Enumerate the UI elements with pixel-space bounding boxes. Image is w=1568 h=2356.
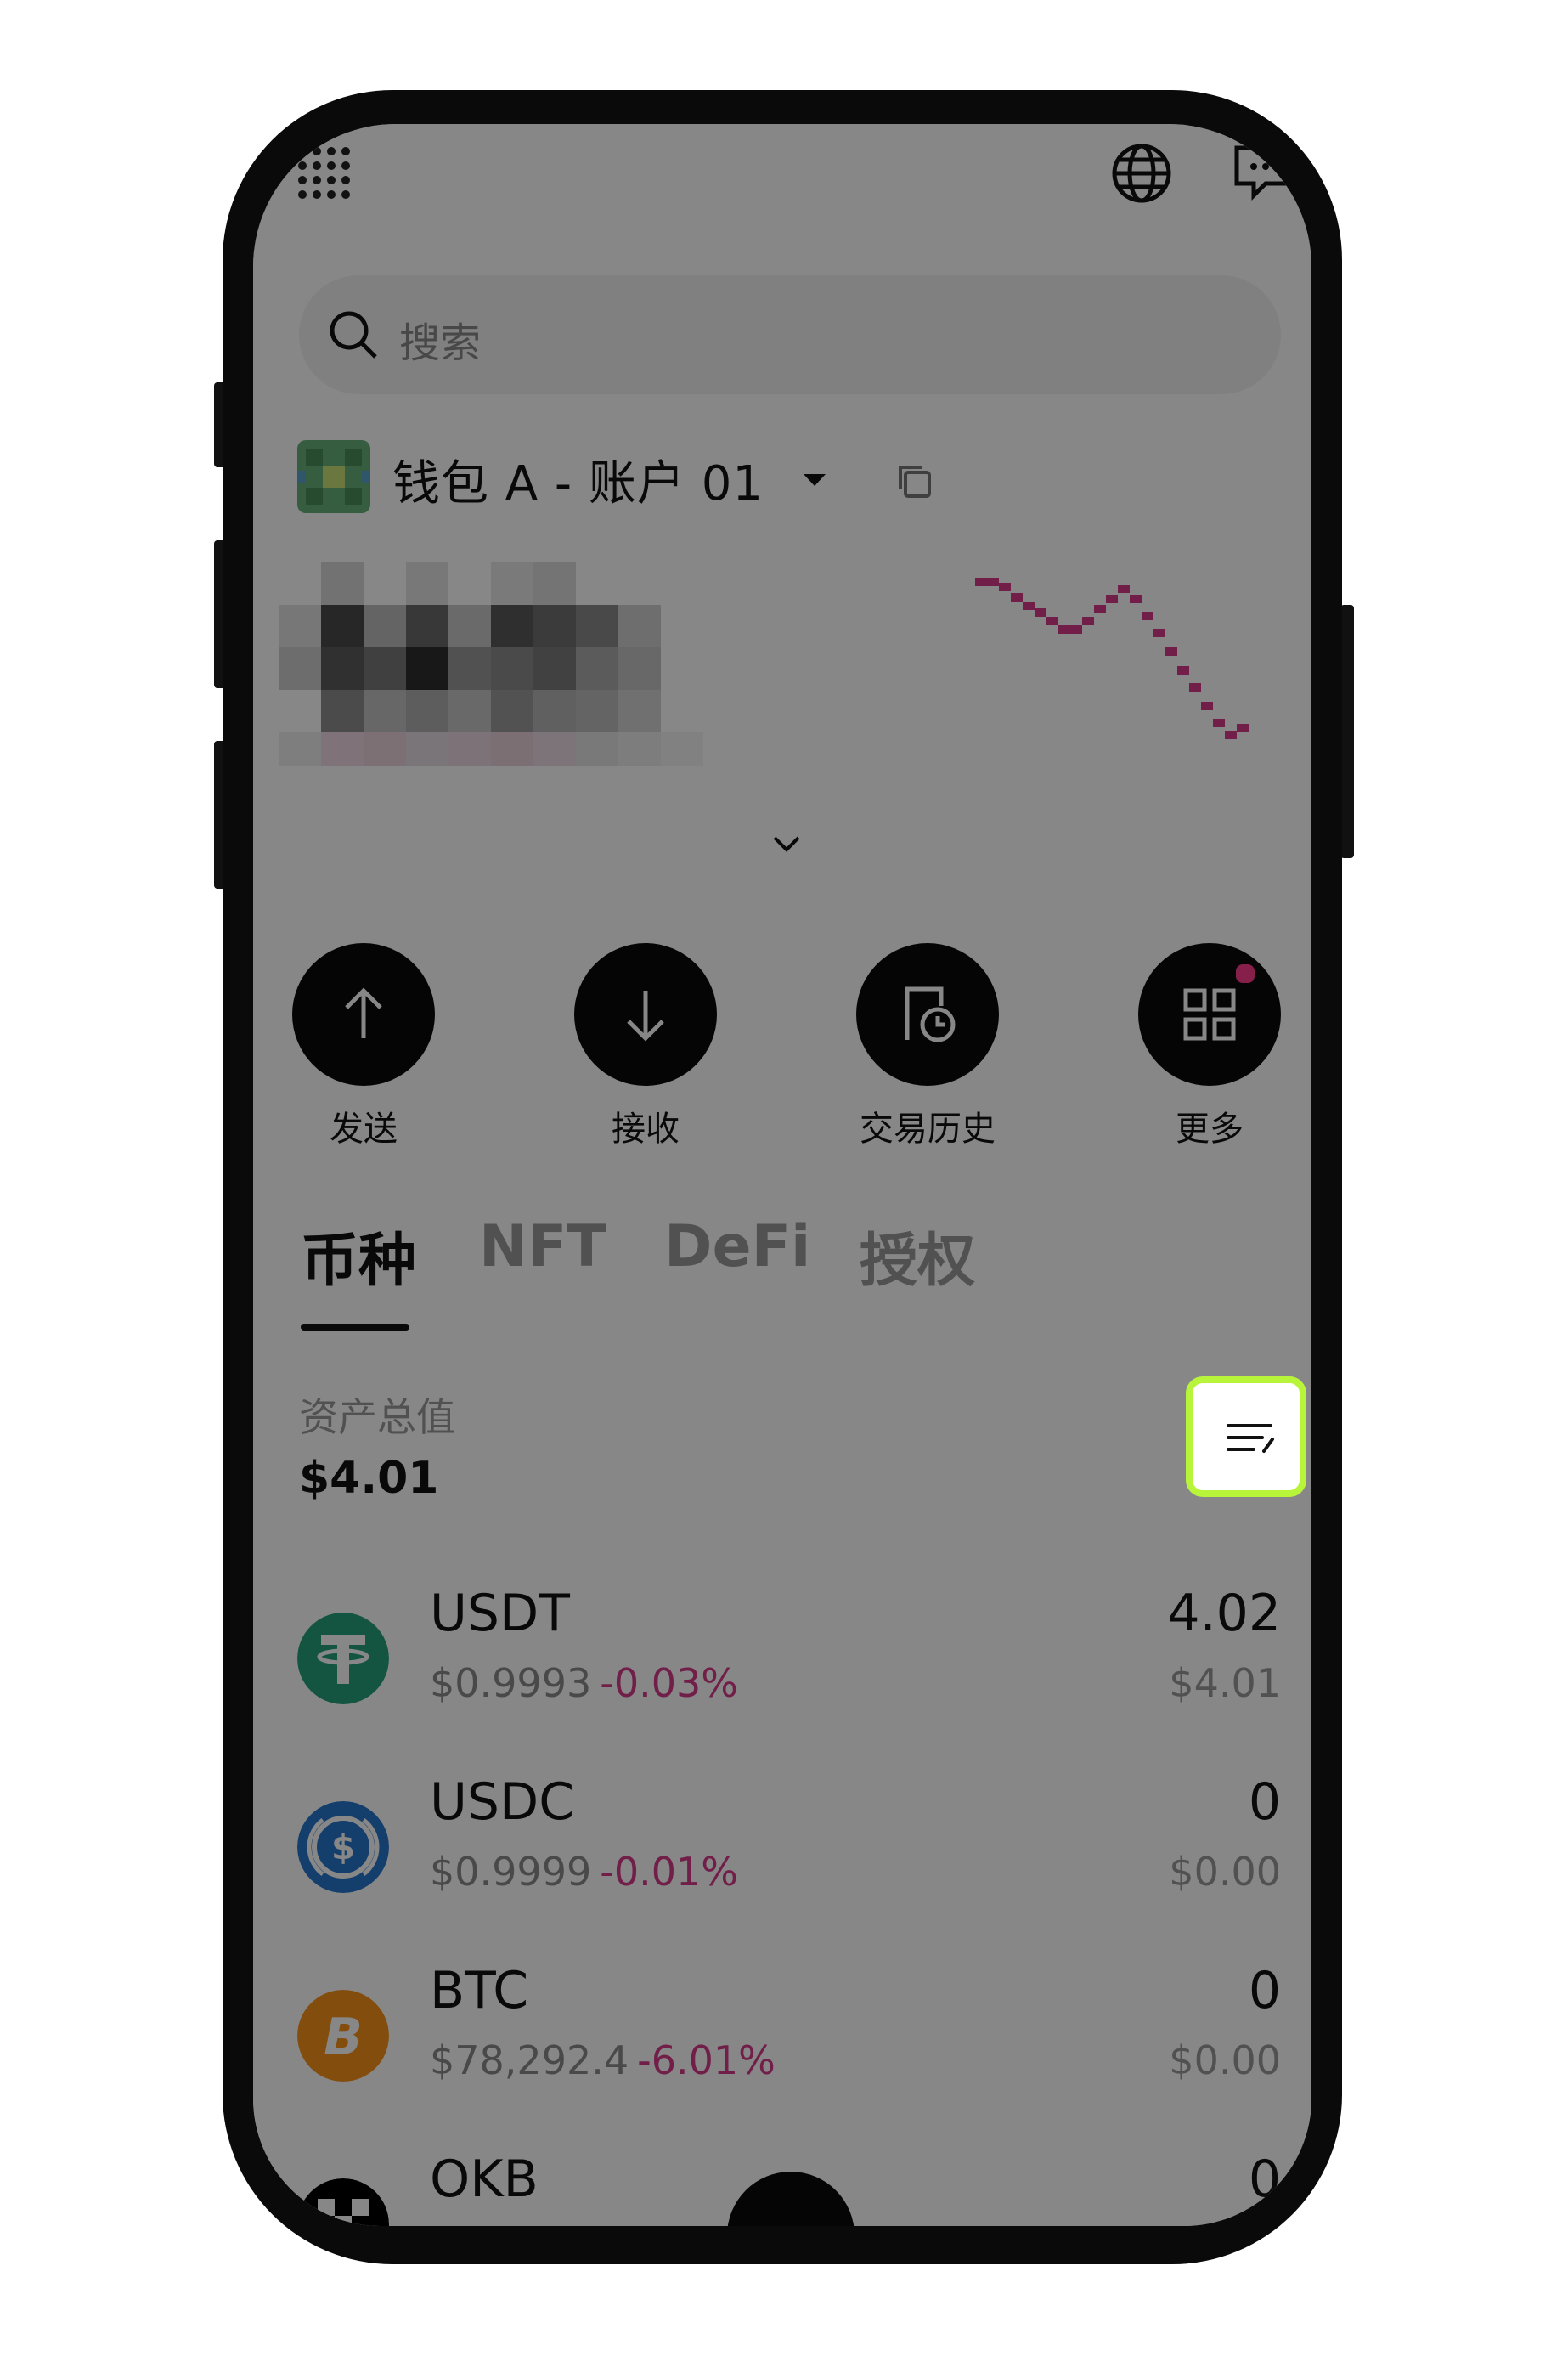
tab-approvals[interactable]: 授权 bbox=[860, 1213, 975, 1297]
tab-nft[interactable]: NFT bbox=[479, 1213, 606, 1280]
token-symbol: BTC bbox=[430, 1961, 529, 2020]
token-row-usdc[interactable]: $ USDC $0.9999 -0.01% 0 $0.00 bbox=[253, 1772, 1311, 1952]
active-tab-indicator bbox=[301, 1324, 409, 1331]
wallet-avatar bbox=[297, 440, 370, 513]
token-amount: 0 bbox=[1248, 2150, 1281, 2209]
more-label: 更多 bbox=[1176, 1110, 1244, 1149]
usdc-logo-icon: $ bbox=[297, 1801, 389, 1893]
token-price: $0.9999 -0.01% bbox=[430, 1849, 738, 1895]
svg-text:B: B bbox=[324, 2008, 363, 2067]
caret-down-icon[interactable] bbox=[802, 471, 827, 489]
copy-icon[interactable] bbox=[894, 460, 934, 501]
tab-defi[interactable]: DeFi bbox=[664, 1213, 810, 1280]
total-assets-value: $4.01 bbox=[299, 1453, 439, 1504]
token-amount: 0 bbox=[1248, 1961, 1281, 2020]
token-amount: 4.02 bbox=[1167, 1584, 1281, 1643]
arrow-up-icon bbox=[345, 987, 382, 1038]
token-row-usdt[interactable]: USDT $0.9993 -0.03% 4.02 $4.01 bbox=[253, 1584, 1311, 1764]
receive-label: 接收 bbox=[612, 1110, 680, 1149]
token-change: -0.03% bbox=[600, 1660, 738, 1706]
token-symbol: USDC bbox=[430, 1772, 575, 1832]
okb-logo-icon bbox=[297, 2178, 389, 2226]
search-bar[interactable]: 搜索 bbox=[299, 275, 1281, 394]
phone-screen: 搜索 钱包 A - 账户 01 发送 接收 交易历史 更多 币种 NFT DeF… bbox=[253, 124, 1311, 2226]
history-label: 交易历史 bbox=[860, 1110, 996, 1149]
notification-dot bbox=[1233, 962, 1257, 986]
tab-tokens[interactable]: 币种 bbox=[301, 1213, 416, 1297]
token-symbol: USDT bbox=[430, 1584, 570, 1643]
token-amount: 0 bbox=[1248, 1772, 1281, 1832]
token-symbol: OKB bbox=[430, 2150, 539, 2209]
token-price: $78,292.4 -6.01% bbox=[430, 2037, 776, 2083]
balance-trend-sparkline bbox=[975, 578, 1249, 739]
more-button[interactable]: 更多 bbox=[1125, 943, 1294, 1150]
receive-button[interactable]: 接收 bbox=[561, 943, 730, 1150]
token-row-btc[interactable]: B BTC $78,292.4 -6.01% 0 $0.00 bbox=[253, 1961, 1311, 2141]
message-icon[interactable] bbox=[1232, 143, 1300, 202]
total-assets-label: 资产总值 bbox=[299, 1394, 455, 1440]
expand-chevron-icon[interactable] bbox=[770, 831, 804, 855]
filter-list-icon bbox=[1227, 1424, 1274, 1453]
token-price: $0.9993 -0.03% bbox=[430, 1660, 738, 1706]
arrow-down-icon bbox=[627, 991, 664, 1042]
search-placeholder: 搜索 bbox=[399, 319, 482, 367]
send-label: 发送 bbox=[330, 1110, 398, 1149]
history-icon bbox=[905, 986, 956, 1042]
search-icon bbox=[330, 311, 377, 359]
usdt-logo-icon bbox=[297, 1613, 389, 1704]
apps-grid-icon[interactable] bbox=[294, 143, 353, 202]
token-change: -0.01% bbox=[600, 1849, 738, 1895]
filter-sort-button[interactable] bbox=[1186, 1376, 1306, 1497]
svg-text:$: $ bbox=[331, 1828, 355, 1867]
hidden-balance-mosaic bbox=[279, 562, 703, 766]
token-usd-value: $0.00 bbox=[1169, 2037, 1281, 2083]
power-button bbox=[1340, 605, 1354, 858]
token-usd-value: $0.00 bbox=[1169, 1849, 1281, 1895]
globe-icon[interactable] bbox=[1109, 141, 1174, 206]
history-button[interactable]: 交易历史 bbox=[843, 943, 1012, 1150]
token-change: -6.01% bbox=[637, 2037, 776, 2083]
apps-icon bbox=[1183, 988, 1236, 1041]
wallet-name[interactable]: 钱包 A - 账户 01 bbox=[392, 445, 764, 514]
send-button[interactable]: 发送 bbox=[279, 943, 448, 1150]
token-usd-value: $4.01 bbox=[1169, 1660, 1281, 1706]
btc-logo-icon: B bbox=[297, 1990, 389, 2082]
